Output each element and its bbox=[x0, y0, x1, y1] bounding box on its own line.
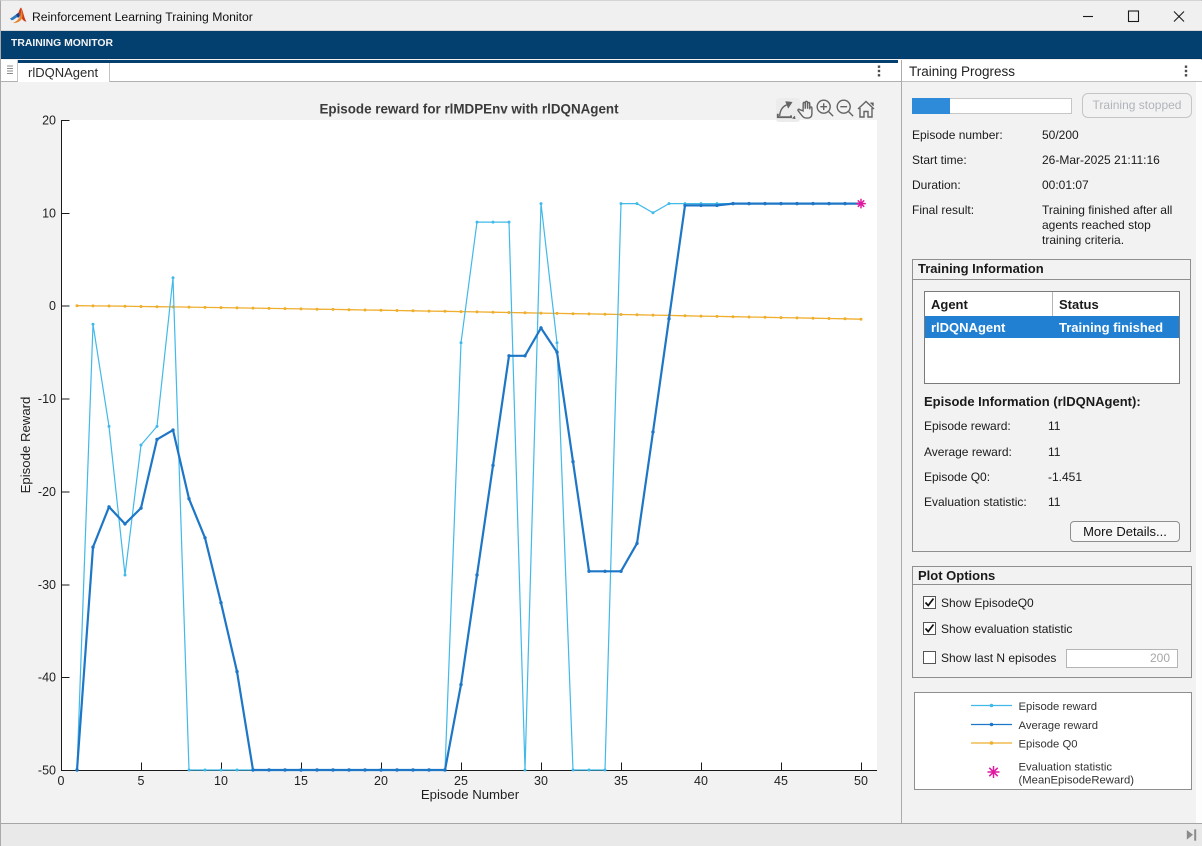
svg-text:-10: -10 bbox=[38, 392, 56, 406]
svg-text:-20: -20 bbox=[38, 485, 56, 499]
svg-text:Episode Q0: Episode Q0 bbox=[1019, 739, 1078, 751]
svg-text:50: 50 bbox=[854, 774, 868, 788]
svg-text:40: 40 bbox=[694, 774, 708, 788]
svg-text:20: 20 bbox=[42, 114, 56, 128]
svg-text:-50: -50 bbox=[38, 764, 56, 778]
svg-text:35: 35 bbox=[614, 774, 628, 788]
svg-text:Average reward: Average reward bbox=[1019, 720, 1099, 732]
svg-text:Episode Number: Episode Number bbox=[421, 787, 520, 802]
svg-text:Evaluation statistic: Evaluation statistic bbox=[1019, 762, 1113, 774]
svg-text:45: 45 bbox=[774, 774, 788, 788]
svg-text:Episode Reward: Episode Reward bbox=[18, 397, 33, 494]
svg-text:-40: -40 bbox=[38, 671, 56, 685]
svg-text:30: 30 bbox=[534, 774, 548, 788]
svg-text:Episode reward: Episode reward bbox=[1019, 701, 1098, 713]
svg-text:Episode reward for rlMDPEnv wi: Episode reward for rlMDPEnv with rlDQNAg… bbox=[319, 102, 619, 117]
svg-text:0: 0 bbox=[49, 299, 56, 313]
svg-text:-30: -30 bbox=[38, 578, 56, 592]
svg-text:0: 0 bbox=[58, 774, 65, 788]
svg-text:(MeanEpisodeReward): (MeanEpisodeReward) bbox=[1019, 775, 1135, 787]
svg-text:10: 10 bbox=[42, 206, 56, 220]
svg-text:10: 10 bbox=[214, 774, 228, 788]
svg-text:15: 15 bbox=[294, 774, 308, 788]
svg-text:5: 5 bbox=[138, 774, 145, 788]
svg-text:25: 25 bbox=[454, 774, 468, 788]
svg-text:20: 20 bbox=[374, 774, 388, 788]
